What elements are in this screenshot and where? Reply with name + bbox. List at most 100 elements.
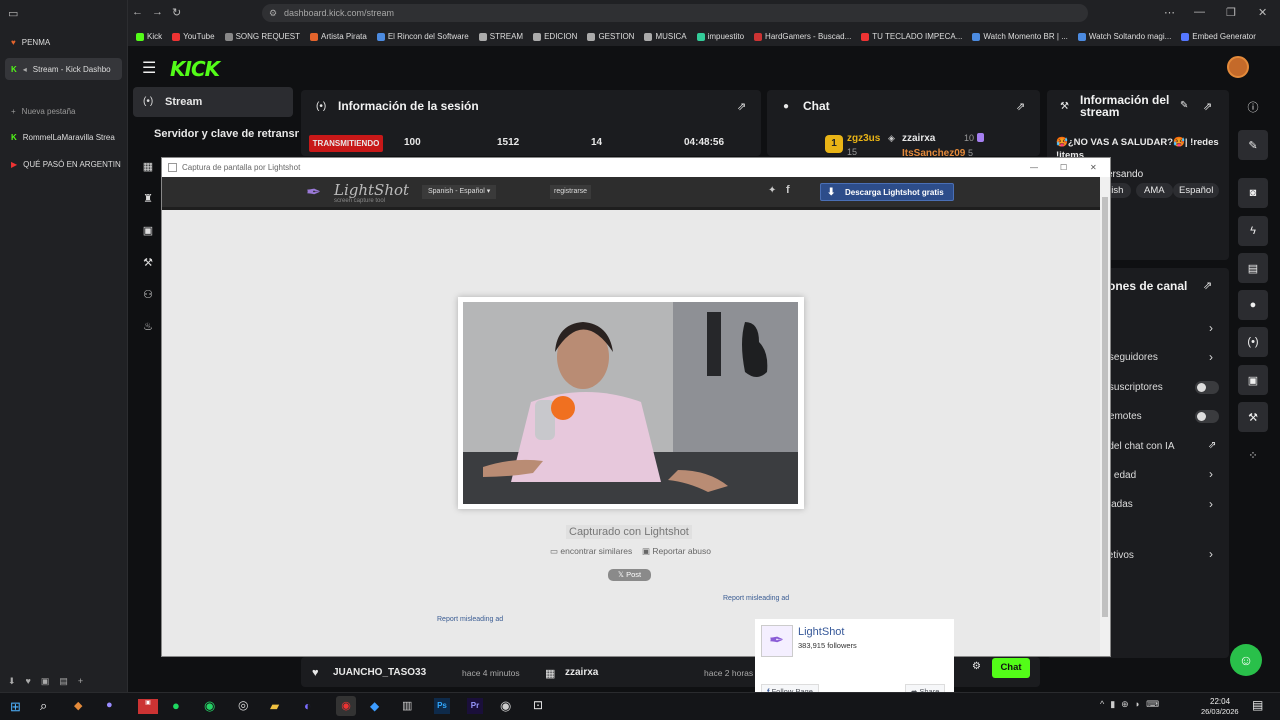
nav-stream[interactable]: (•) Stream	[133, 87, 293, 117]
menu-dots-icon[interactable]: ⋯	[1164, 6, 1175, 19]
screenshot-frame[interactable]	[458, 297, 804, 509]
bookmark-item[interactable]: Watch Soltando magi...	[1077, 32, 1171, 41]
fb-page-name[interactable]: LightShot	[798, 626, 844, 638]
tab-new[interactable]: + Nueva pestaña	[5, 100, 122, 122]
settings-gear-icon[interactable]: ⚙	[972, 661, 981, 672]
lightning-icon[interactable]: ϟ	[1238, 216, 1268, 246]
bookmark-item[interactable]: HardGamers - Buscad...	[754, 32, 851, 41]
wrench-icon[interactable]: ⚒	[140, 256, 156, 272]
trophy-icon[interactable]: ♜	[140, 192, 156, 208]
notifications-icon[interactable]: ▤	[1252, 698, 1263, 712]
wrench-icon[interactable]: ⚒	[1238, 402, 1268, 432]
tab-youtube-video[interactable]: ▶ QUÉ PASÓ EN ARGENTIN	[5, 153, 122, 175]
clock-time[interactable]: 22:04	[1210, 697, 1230, 706]
tray-icons[interactable]: ^▮⊕◗⌨	[1100, 699, 1165, 710]
close-icon[interactable]: ✕	[1090, 158, 1097, 177]
bookmark-item[interactable]: impuestito	[696, 32, 744, 41]
language-select[interactable]: Spanish - Español ▾	[422, 185, 497, 199]
hamburger-menu-icon[interactable]: ☰	[142, 58, 156, 78]
premiere-icon[interactable]: Pr	[467, 698, 483, 714]
bookmark-item[interactable]: Embed Generator	[1181, 32, 1256, 41]
avatar[interactable]	[1227, 56, 1249, 78]
kick-logo[interactable]: KICK	[170, 57, 220, 81]
register-link[interactable]: registrarse	[550, 185, 592, 199]
bookmark-item[interactable]: YouTube	[172, 32, 215, 41]
chat-icon[interactable]: ●	[1238, 290, 1268, 320]
maximize-icon[interactable]: ☐	[1060, 158, 1067, 177]
report-ad-link[interactable]: Report misleading ad	[723, 595, 789, 602]
broadcast-icon[interactable]: (•)	[1238, 327, 1268, 357]
notes-icon[interactable]: ▤	[1238, 253, 1268, 283]
chevron-right-icon[interactable]: ›	[1209, 547, 1213, 561]
popout-icon[interactable]: ⇗	[1203, 100, 1212, 113]
chevron-right-icon[interactable]: ›	[1209, 321, 1213, 335]
video-icon[interactable]: ▣	[140, 224, 156, 240]
chat-send-button[interactable]: Chat	[992, 658, 1030, 678]
facebook-icon[interactable]: f	[786, 184, 790, 196]
steam-icon[interactable]: ◉	[500, 698, 511, 714]
obs-icon[interactable]: ◎	[238, 698, 248, 712]
find-similar-link[interactable]: ▭ encontrar similares	[550, 546, 632, 557]
subs-only-toggle[interactable]	[1195, 381, 1219, 394]
photoshop-icon[interactable]: Ps	[434, 698, 450, 714]
app-icon-4[interactable]: ◆	[370, 699, 379, 713]
cake-icon[interactable]: ♨	[140, 320, 156, 336]
scrollbar-thumb[interactable]	[1102, 197, 1108, 617]
audio-app-icon[interactable]: ▥	[402, 699, 412, 712]
report-ad-link[interactable]: Report misleading ad	[437, 616, 503, 623]
tab-penma[interactable]: ♥ PENMA	[5, 31, 122, 53]
edit-icon[interactable]: ✎	[1238, 130, 1268, 160]
app-icon-2[interactable]: ●	[106, 699, 113, 711]
more-icon[interactable]: ⁘	[1238, 440, 1268, 470]
popout-icon[interactable]: ⇗	[1203, 279, 1212, 292]
lightshot-logo[interactable]: LightShot	[334, 181, 409, 199]
popout-icon[interactable]: ⇗	[737, 100, 746, 113]
chrome-icon[interactable]: ◉	[336, 696, 356, 716]
whatsapp-icon[interactable]: ◉	[204, 698, 215, 714]
sidebar-bottom-icons[interactable]: ⬇♥▣▤+	[8, 676, 93, 687]
camera-icon[interactable]: ◙	[1238, 178, 1268, 208]
bookmark-item[interactable]: El Rincon del Software	[376, 32, 469, 41]
minimize-icon[interactable]: —	[1030, 158, 1038, 177]
search-icon[interactable]: ⌕	[40, 698, 47, 714]
tab-rommel[interactable]: K RommelLaMaravilla Strea	[5, 126, 122, 148]
minimize-icon[interactable]: —	[1194, 6, 1205, 18]
sidebar-toggle-icon[interactable]: ▭	[8, 7, 18, 20]
popout-icon[interactable]: ⇗	[1016, 100, 1025, 113]
bookmark-item[interactable]: Artista Pirata	[310, 32, 367, 41]
layout-icon[interactable]: ▣	[1238, 365, 1268, 395]
bookmark-item[interactable]: EDICION	[533, 32, 577, 41]
windows-start-icon[interactable]: ⊞	[10, 699, 21, 715]
nav-server-key[interactable]: Servidor y clave de retransn	[154, 128, 299, 140]
close-window-icon[interactable]: ✕	[1258, 6, 1267, 19]
help-bubble-icon[interactable]: ☺	[1230, 644, 1262, 676]
bookmark-item[interactable]: SONG REQUEST	[224, 32, 300, 41]
bookmark-item[interactable]: TU TECLADO IMPECA...	[861, 32, 962, 41]
folder-icon[interactable]: ▰	[270, 699, 279, 713]
back-icon[interactable]: ←	[132, 6, 143, 18]
post-button[interactable]: 𝕏 Post	[608, 569, 651, 581]
spotify-icon[interactable]: ●	[172, 698, 180, 713]
scrollbar[interactable]	[1100, 177, 1110, 656]
edit-icon[interactable]: ✎	[1180, 100, 1188, 111]
external-link-icon[interactable]: ⇗	[1208, 440, 1216, 451]
chevron-right-icon[interactable]: ›	[1209, 467, 1213, 481]
emotes-only-toggle[interactable]	[1195, 410, 1219, 423]
twitter-icon[interactable]: ✦	[768, 185, 776, 196]
chevron-right-icon[interactable]: ›	[1209, 497, 1213, 511]
maximize-icon[interactable]: ❐	[1226, 6, 1236, 19]
users-icon[interactable]: ⚇	[140, 288, 156, 304]
address-bar[interactable]: ⚙ dashboard.kick.com/stream	[262, 4, 1088, 22]
bookmark-item[interactable]: GESTION	[587, 32, 634, 41]
app-icon-5[interactable]: ⊡	[533, 698, 543, 712]
bookmark-item[interactable]: Kick	[136, 32, 162, 41]
info-icon[interactable]: ⓘ	[1238, 92, 1268, 122]
bookmark-item[interactable]: STREAM	[478, 32, 523, 41]
report-abuse-link[interactable]: ▣ Reportar abuso	[642, 546, 711, 557]
app-icon-3[interactable]: ▣	[138, 699, 158, 714]
captured-label[interactable]: Capturado con Lightshot	[566, 525, 692, 539]
tab-kick-dashboard[interactable]: K ◂ Stream - Kick Dashbo	[5, 58, 122, 80]
forward-icon[interactable]: →	[152, 6, 163, 18]
bookmark-item[interactable]: MUSICA	[644, 32, 687, 41]
dashboard-icon[interactable]: ▦	[140, 160, 156, 176]
